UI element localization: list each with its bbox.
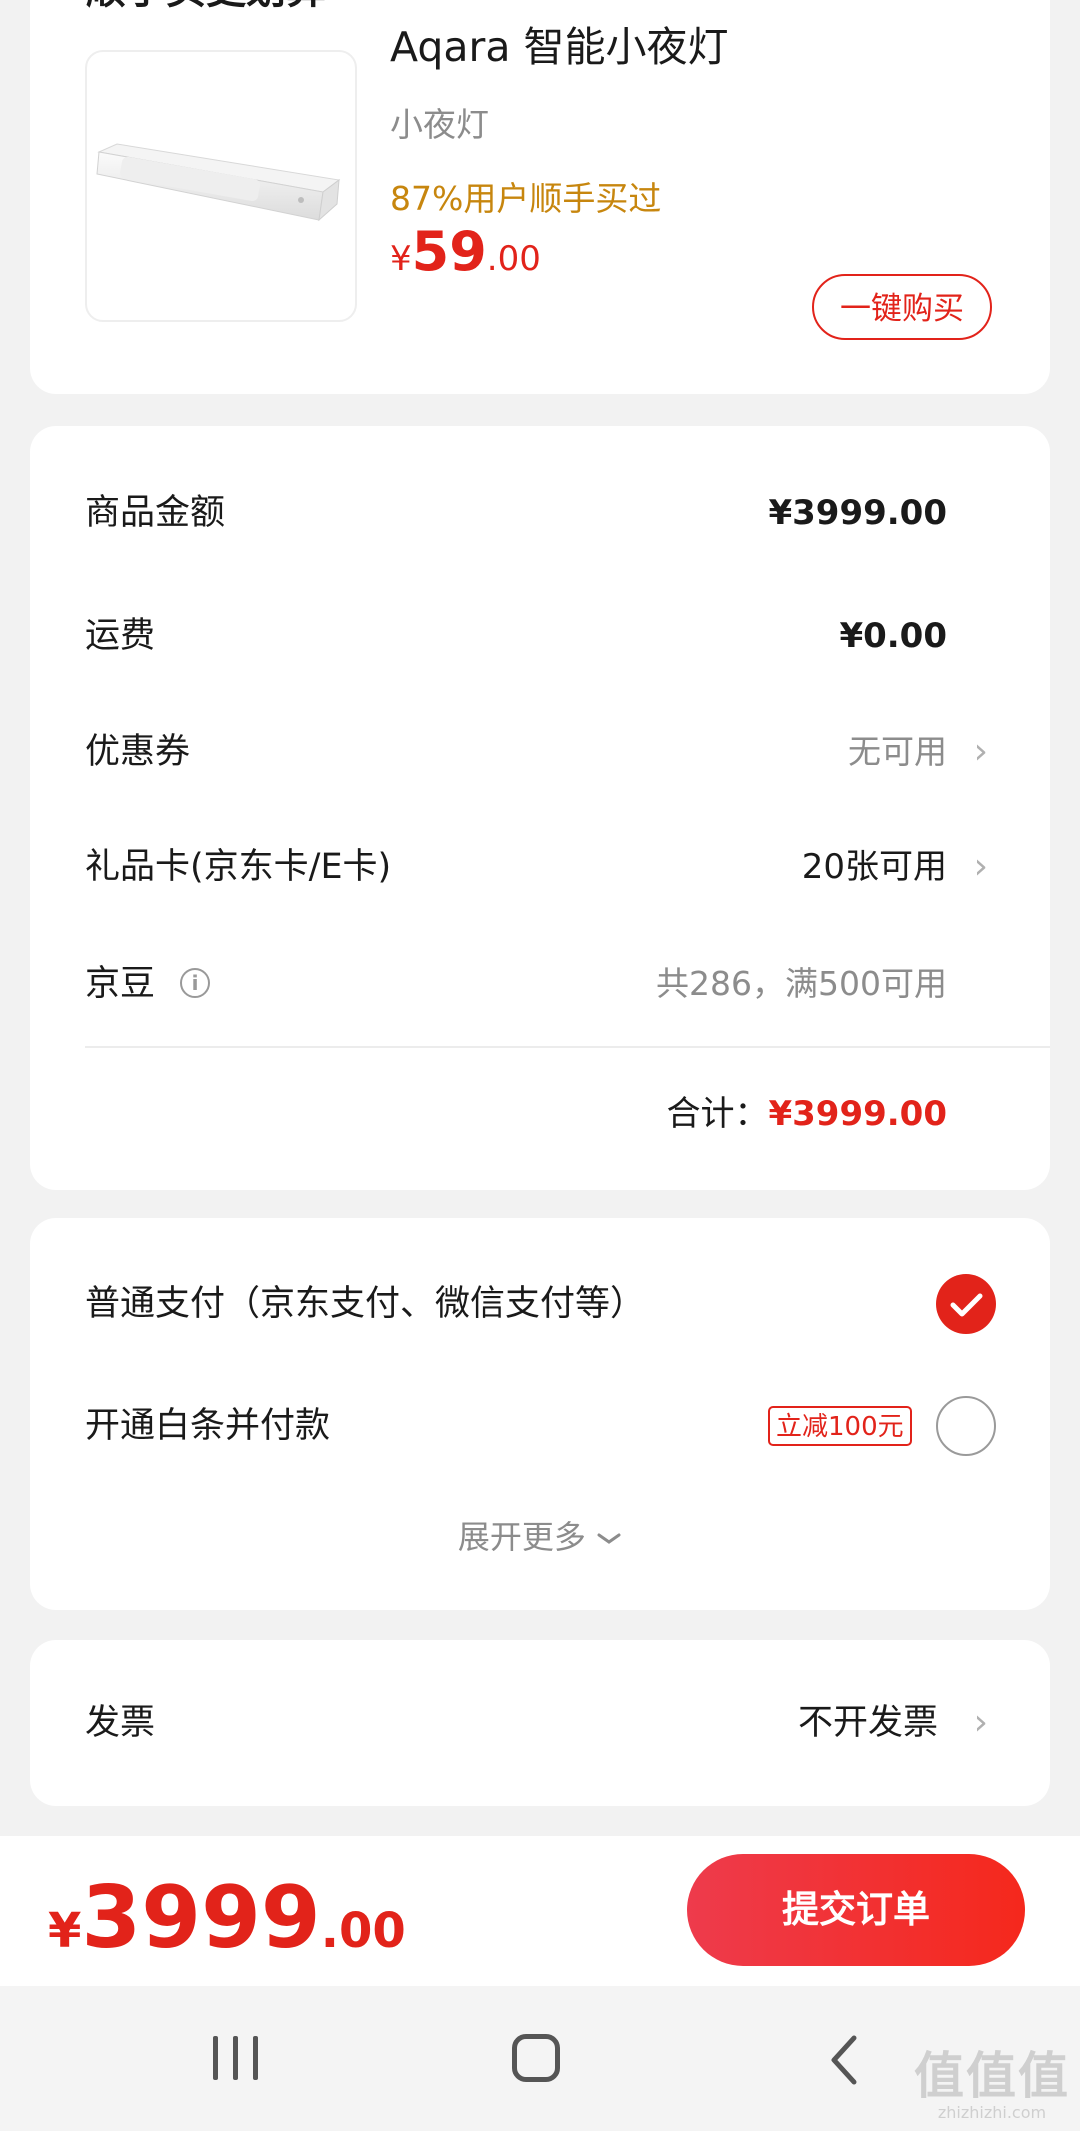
watermark-logo: 值值值 zhizhizhi.com: [914, 2048, 1070, 2122]
row-value: 无可用: [848, 732, 947, 771]
night-light-image: [96, 143, 341, 222]
row-value: ¥3999.00: [768, 493, 947, 533]
invoice-value: 不开发票: [797, 1703, 938, 1743]
row-value: 共286，满500可用: [656, 964, 947, 1003]
product-name[interactable]: Aqara 智能小夜灯: [390, 22, 729, 72]
expand-more-button[interactable]: 展开更多: [30, 1512, 1050, 1562]
info-icon[interactable]: i: [180, 968, 210, 998]
system-nav-bar: 值值值 zhizhizhi.com: [0, 1986, 1080, 2131]
goods-amount-row: 商品金额 ¥3999.00: [30, 483, 1050, 543]
nav-back-icon[interactable]: [820, 2030, 870, 2090]
chevron-right-icon: ›: [973, 1702, 988, 1743]
watermark-text: 值值值: [914, 2047, 1070, 2105]
section-title: 顺手买更划算: [86, 0, 326, 10]
order-summary-card: 商品金额 ¥3999.00 运费 ¥0.00 优惠券 无可用 › 礼品卡(京东卡…: [30, 426, 1050, 1190]
product-subtitle: 小夜灯: [390, 105, 489, 144]
row-label: 礼品卡(京东卡/E卡): [85, 847, 392, 887]
row-value: 20张可用: [801, 847, 947, 887]
row-value: ¥0.00: [839, 616, 947, 656]
chevron-right-icon: ›: [973, 846, 988, 887]
checkout-bar: ¥3999.00 提交订单: [0, 1836, 1080, 1986]
expand-label: 展开更多: [457, 1518, 586, 1556]
price-currency: ¥: [48, 1903, 82, 1959]
jingdou-row: 京豆 i 共286，满500可用: [30, 954, 1050, 1014]
divider: [85, 1046, 1050, 1048]
price-integer: 59: [411, 220, 487, 283]
total-label: 合计：: [666, 1094, 769, 1134]
shipping-row: 运费 ¥0.00: [30, 606, 1050, 666]
invoice-label: 发票: [85, 1703, 156, 1743]
radio-button[interactable]: [936, 1396, 996, 1456]
submit-order-button[interactable]: 提交订单: [687, 1854, 1025, 1966]
row-label: 京豆: [85, 964, 156, 1004]
price-decimal: .00: [320, 1903, 406, 1959]
chevron-right-icon: ›: [973, 731, 988, 772]
payment-option-baitiao[interactable]: 开通白条并付款: [85, 1396, 330, 1456]
chevron-down-icon: [597, 1533, 621, 1544]
row-label: 运费: [85, 616, 156, 656]
row-label: 商品金额: [85, 493, 226, 533]
nav-recents-icon[interactable]: [213, 2036, 259, 2080]
price-integer: 3999: [81, 1868, 321, 1968]
total-amount: ¥3999.00: [768, 1094, 947, 1134]
discount-tag: 立减100元: [768, 1406, 912, 1446]
check-icon[interactable]: [936, 1274, 996, 1334]
watermark-url: zhizhizhi.com: [937, 2103, 1047, 2122]
product-thumbnail[interactable]: [85, 50, 357, 322]
product-price: ¥59.00: [390, 220, 541, 283]
back-arrow-icon: [831, 2035, 857, 2085]
coupon-row[interactable]: 优惠券 无可用 ›: [30, 722, 1050, 782]
price-decimal: .00: [486, 239, 541, 279]
payment-card: 普通支付（京东支付、微信支付等） 开通白条并付款 立减100元 展开更多: [30, 1218, 1050, 1610]
recommend-card: 顺手买更划算 Aqara 智能小夜灯 小夜灯 87%用户顺手买过 ¥59.00 …: [30, 0, 1050, 394]
purchase-hint: 87%用户顺手买过: [390, 179, 662, 218]
checkout-price: ¥3999.00: [48, 1868, 406, 1968]
price-currency: ¥: [390, 239, 412, 279]
invoice-card[interactable]: 发票 不开发票 ›: [30, 1640, 1050, 1806]
gift-card-row[interactable]: 礼品卡(京东卡/E卡) 20张可用 ›: [30, 837, 1050, 897]
invoice-row[interactable]: 发票 不开发票 ›: [30, 1693, 1050, 1753]
row-label: 优惠券: [85, 732, 191, 772]
order-total: 合计：¥3999.00: [666, 1086, 947, 1135]
checkmark-icon: [950, 1293, 983, 1317]
one-click-buy-button[interactable]: 一键购买: [812, 274, 992, 340]
nav-home-icon[interactable]: [512, 2034, 560, 2082]
payment-option-normal[interactable]: 普通支付（京东支付、微信支付等）: [85, 1274, 645, 1334]
